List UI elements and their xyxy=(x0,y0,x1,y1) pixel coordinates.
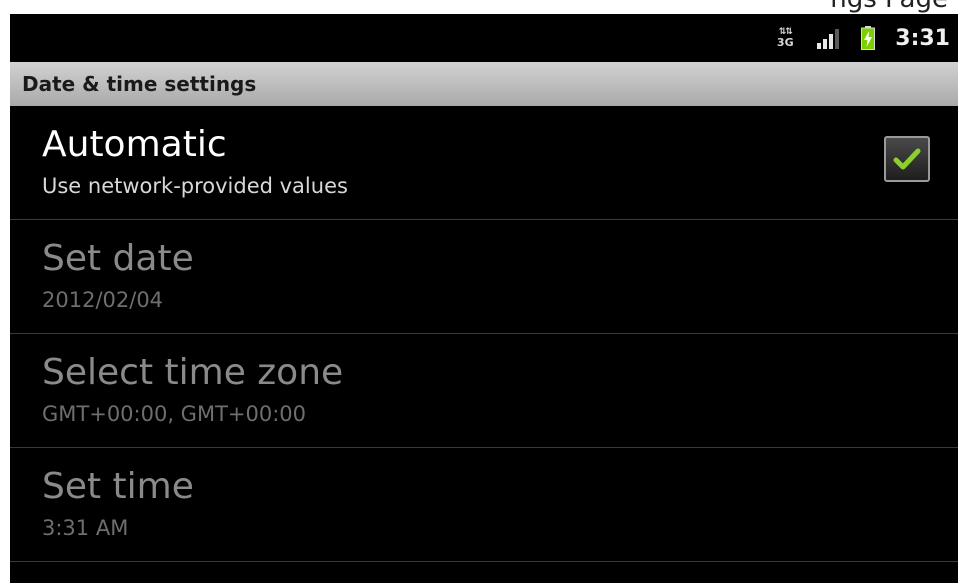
preference-automatic[interactable]: Automatic Use network-provided values xyxy=(10,106,958,220)
preference-summary: Use network-provided values xyxy=(42,174,348,198)
signal-strength-icon xyxy=(817,27,843,49)
preference-title: Automatic xyxy=(42,124,227,165)
page: ngs Page ⇅⇅ 3G xyxy=(0,0,958,583)
preference-summary: 3:31 AM xyxy=(42,516,129,540)
preference-select-time-zone[interactable]: Select time zone GMT+00:00, GMT+00:00 xyxy=(10,334,958,448)
automatic-checkbox[interactable] xyxy=(884,136,930,182)
preference-summary: 2012/02/04 xyxy=(42,288,164,312)
page-top-cropped-text: ngs Page xyxy=(0,0,958,14)
status-bar: ⇅⇅ 3G 3:31 xyxy=(10,14,958,62)
page-title: Date & time settings xyxy=(22,72,257,96)
preference-set-date[interactable]: Set date 2012/02/04 xyxy=(10,220,958,334)
checkmark-icon xyxy=(893,148,921,170)
title-bar: Date & time settings xyxy=(10,62,958,106)
preference-title: Select time zone xyxy=(42,352,344,393)
preference-title: Set date xyxy=(42,238,194,279)
page-top-strip: ngs Page xyxy=(0,0,958,14)
device-screen: ⇅⇅ 3G 3:31 Date & time settings Automati… xyxy=(10,14,958,583)
battery-charging-icon xyxy=(861,26,876,50)
status-icons: ⇅⇅ 3G 3:31 xyxy=(775,14,950,62)
status-time: 3:31 xyxy=(895,25,950,51)
preference-list: Automatic Use network-provided values Se… xyxy=(10,106,958,562)
preference-set-time[interactable]: Set time 3:31 AM xyxy=(10,448,958,562)
preference-summary: GMT+00:00, GMT+00:00 xyxy=(42,402,307,426)
preference-title: Set time xyxy=(42,466,194,507)
network-type-label: 3G xyxy=(776,36,794,49)
3g-data-icon: ⇅⇅ 3G xyxy=(775,24,795,52)
